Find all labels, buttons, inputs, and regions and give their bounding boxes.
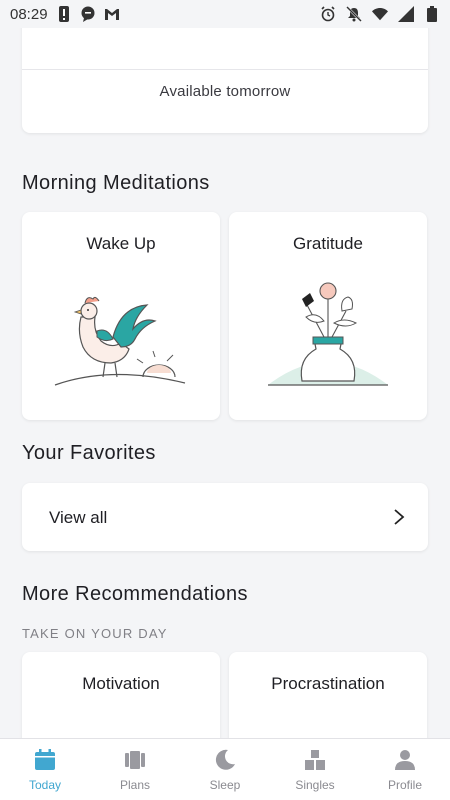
bottom-nav: Today Plans Sleep Singles Profile — [0, 738, 450, 800]
flower-vase-illustration — [268, 282, 388, 386]
today-feed[interactable]: Available tomorrow Morning Meditations W… — [0, 28, 450, 738]
more-recommendations-title: More Recommendations — [22, 583, 248, 605]
chat-bubble-icon — [80, 6, 96, 22]
status-bar: 08:29 — [0, 0, 450, 28]
nav-singles[interactable]: Singles — [270, 739, 360, 800]
signal-icon — [398, 6, 414, 22]
view-all-label: View all — [49, 508, 108, 527]
nav-label: Plans — [119, 777, 151, 792]
person-icon — [395, 749, 415, 770]
nav-label: Sleep — [209, 777, 241, 792]
wifi-icon — [372, 6, 388, 22]
wake-up-tile[interactable]: Wake Up — [22, 212, 220, 420]
your-favorites-title: Your Favorites — [22, 442, 156, 464]
battery-icon — [424, 6, 440, 22]
blocks-icon — [305, 749, 325, 770]
tile-title: Motivation — [82, 674, 160, 693]
gmail-icon — [104, 6, 120, 22]
daily-session-card[interactable]: Available tomorrow — [22, 28, 428, 133]
alert-icon — [56, 6, 72, 22]
nav-sleep[interactable]: Sleep — [180, 739, 270, 800]
card-divider — [22, 69, 428, 70]
morning-meditations-title: Morning Meditations — [22, 172, 210, 194]
nav-today[interactable]: Today — [0, 739, 90, 800]
rooster-illustration — [54, 296, 186, 386]
nav-profile[interactable]: Profile — [360, 739, 450, 800]
procrastination-tile[interactable]: Procrastination — [229, 652, 427, 738]
tile-title: Gratitude — [293, 234, 363, 253]
mute-icon — [346, 6, 362, 22]
view-all-favorites-button[interactable]: View all — [22, 483, 428, 551]
tile-title: Wake Up — [86, 234, 156, 253]
chevron-right-icon — [394, 509, 405, 525]
available-tomorrow-label: Available tomorrow — [159, 83, 291, 100]
nav-plans[interactable]: Plans — [90, 739, 180, 800]
motivation-tile[interactable]: Motivation — [22, 652, 220, 738]
nav-label: Singles — [295, 777, 335, 792]
nav-label: Profile — [387, 777, 422, 792]
calendar-icon — [35, 748, 55, 770]
nav-label: Today — [28, 777, 62, 792]
alarm-icon — [320, 6, 336, 22]
gratitude-tile[interactable]: Gratitude — [229, 212, 427, 420]
cards-icon — [125, 750, 145, 769]
status-time: 08:29 — [10, 5, 48, 23]
take-on-your-day-subtitle: TAKE ON YOUR DAY — [22, 626, 168, 641]
tile-title: Procrastination — [271, 674, 385, 693]
moon-icon — [215, 749, 235, 770]
